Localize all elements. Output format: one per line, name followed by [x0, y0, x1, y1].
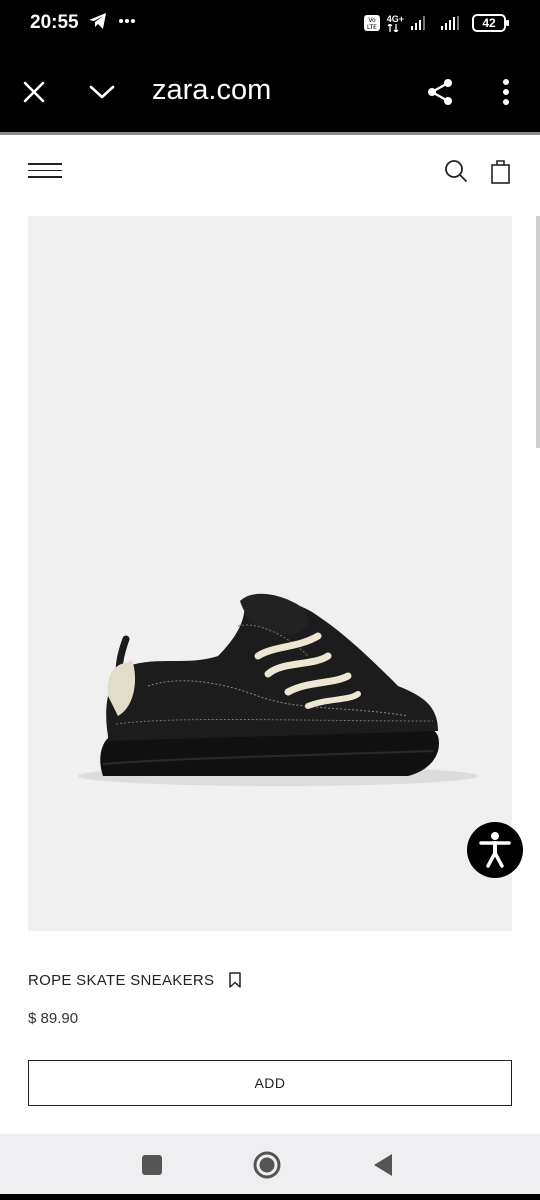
- bag-icon[interactable]: [488, 157, 514, 185]
- recent-apps-button[interactable]: [137, 1150, 167, 1180]
- scroll-indicator[interactable]: [536, 216, 540, 448]
- search-icon[interactable]: [443, 157, 469, 185]
- status-bar: 20:55 Vo LTE 4G+ 42: [0, 0, 540, 50]
- system-nav-bar: [0, 1134, 540, 1194]
- signal-icon: [441, 16, 459, 30]
- browser-toolbar: zara.com: [0, 50, 540, 132]
- product-name: ROPE SKATE SNEAKERS: [28, 972, 215, 989]
- sneaker-image: [78, 593, 478, 786]
- home-button[interactable]: [252, 1150, 282, 1180]
- accessibility-icon: [479, 832, 511, 868]
- chevron-down-icon: [89, 85, 115, 99]
- recent-apps-icon: [142, 1155, 162, 1175]
- url-text[interactable]: zara.com: [152, 74, 271, 107]
- svg-text:Vo: Vo: [368, 17, 376, 24]
- battery-icon: 42: [472, 14, 509, 32]
- network-type: 4G+: [386, 13, 404, 24]
- share-icon: [428, 79, 452, 105]
- data-arrows-icon: [387, 23, 399, 32]
- more-vert-icon: [503, 79, 509, 105]
- site-header: [0, 135, 540, 213]
- more-dots-icon: [119, 19, 135, 23]
- signal-icon: [411, 16, 425, 30]
- menu-button[interactable]: [28, 163, 62, 181]
- status-time: 20:55: [30, 12, 79, 33]
- back-button[interactable]: [368, 1150, 398, 1180]
- status-left-icons: [88, 12, 136, 30]
- close-icon: [23, 81, 45, 103]
- status-right-icons: Vo LTE 4G+ 42: [363, 13, 509, 32]
- volte-icon: Vo LTE: [363, 15, 380, 31]
- menu-icon: [28, 163, 62, 178]
- telegram-icon: [89, 13, 106, 29]
- browser-menu-button[interactable]: [486, 72, 526, 112]
- product-price: $ 89.90: [28, 1010, 79, 1027]
- battery-level: 42: [482, 16, 496, 30]
- close-tab-button[interactable]: [14, 72, 54, 112]
- share-button[interactable]: [420, 72, 460, 112]
- accessibility-button[interactable]: [467, 822, 523, 878]
- bookmark-icon[interactable]: [228, 972, 242, 989]
- product-image[interactable]: [28, 216, 512, 931]
- network-indicator: 4G+: [386, 13, 404, 32]
- minimize-button[interactable]: [82, 72, 122, 112]
- home-icon: [253, 1151, 281, 1179]
- product-name-row: ROPE SKATE SNEAKERS: [28, 972, 242, 989]
- add-to-cart-button[interactable]: ADD: [28, 1060, 512, 1106]
- bottom-edge: [0, 1194, 540, 1200]
- svg-text:LTE: LTE: [367, 24, 377, 31]
- back-icon: [374, 1154, 392, 1176]
